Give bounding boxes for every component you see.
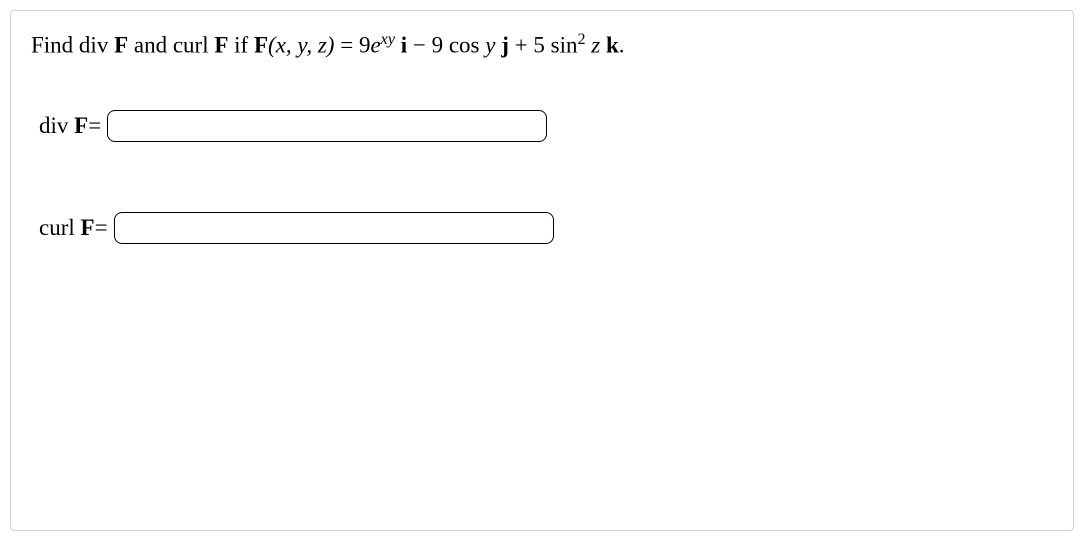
div-label-post: = — [88, 113, 101, 138]
question-text: Find div F and curl F if F(x, y, z) = 9e… — [31, 29, 1053, 62]
q-j: j — [501, 33, 509, 58]
q-mid2: if — [228, 33, 254, 58]
q-eq: = 9 — [334, 33, 370, 58]
div-label-F: F — [74, 113, 88, 138]
curl-row: curl F= — [39, 212, 1053, 244]
q-y: y — [485, 33, 501, 58]
q-prefix: Find div — [31, 33, 114, 58]
q-plus: + 5 sin — [509, 33, 578, 58]
q-F3: F — [254, 33, 268, 58]
problem-container: Find div F and curl F if F(x, y, z) = 9e… — [10, 10, 1074, 531]
q-e: e — [370, 33, 380, 58]
curl-label-pre: curl — [39, 215, 81, 240]
q-sq: 2 — [577, 31, 585, 48]
div-label: div F= — [39, 113, 101, 139]
q-mid1: and curl — [128, 33, 214, 58]
div-label-pre: div — [39, 113, 74, 138]
curl-label: curl F= — [39, 215, 108, 241]
q-F1: F — [114, 33, 128, 58]
curl-label-F: F — [81, 215, 95, 240]
div-input[interactable] — [107, 110, 547, 142]
curl-label-post: = — [95, 215, 108, 240]
q-exp-xy: xy — [381, 31, 395, 48]
q-F2: F — [214, 33, 228, 58]
q-k: k — [606, 33, 619, 58]
div-row: div F= — [39, 110, 1053, 142]
q-period: . — [619, 33, 625, 58]
q-z: z — [591, 33, 606, 58]
curl-input[interactable] — [114, 212, 554, 244]
q-minus: − 9 cos — [407, 33, 485, 58]
q-args: (x, y, z) — [268, 33, 334, 58]
